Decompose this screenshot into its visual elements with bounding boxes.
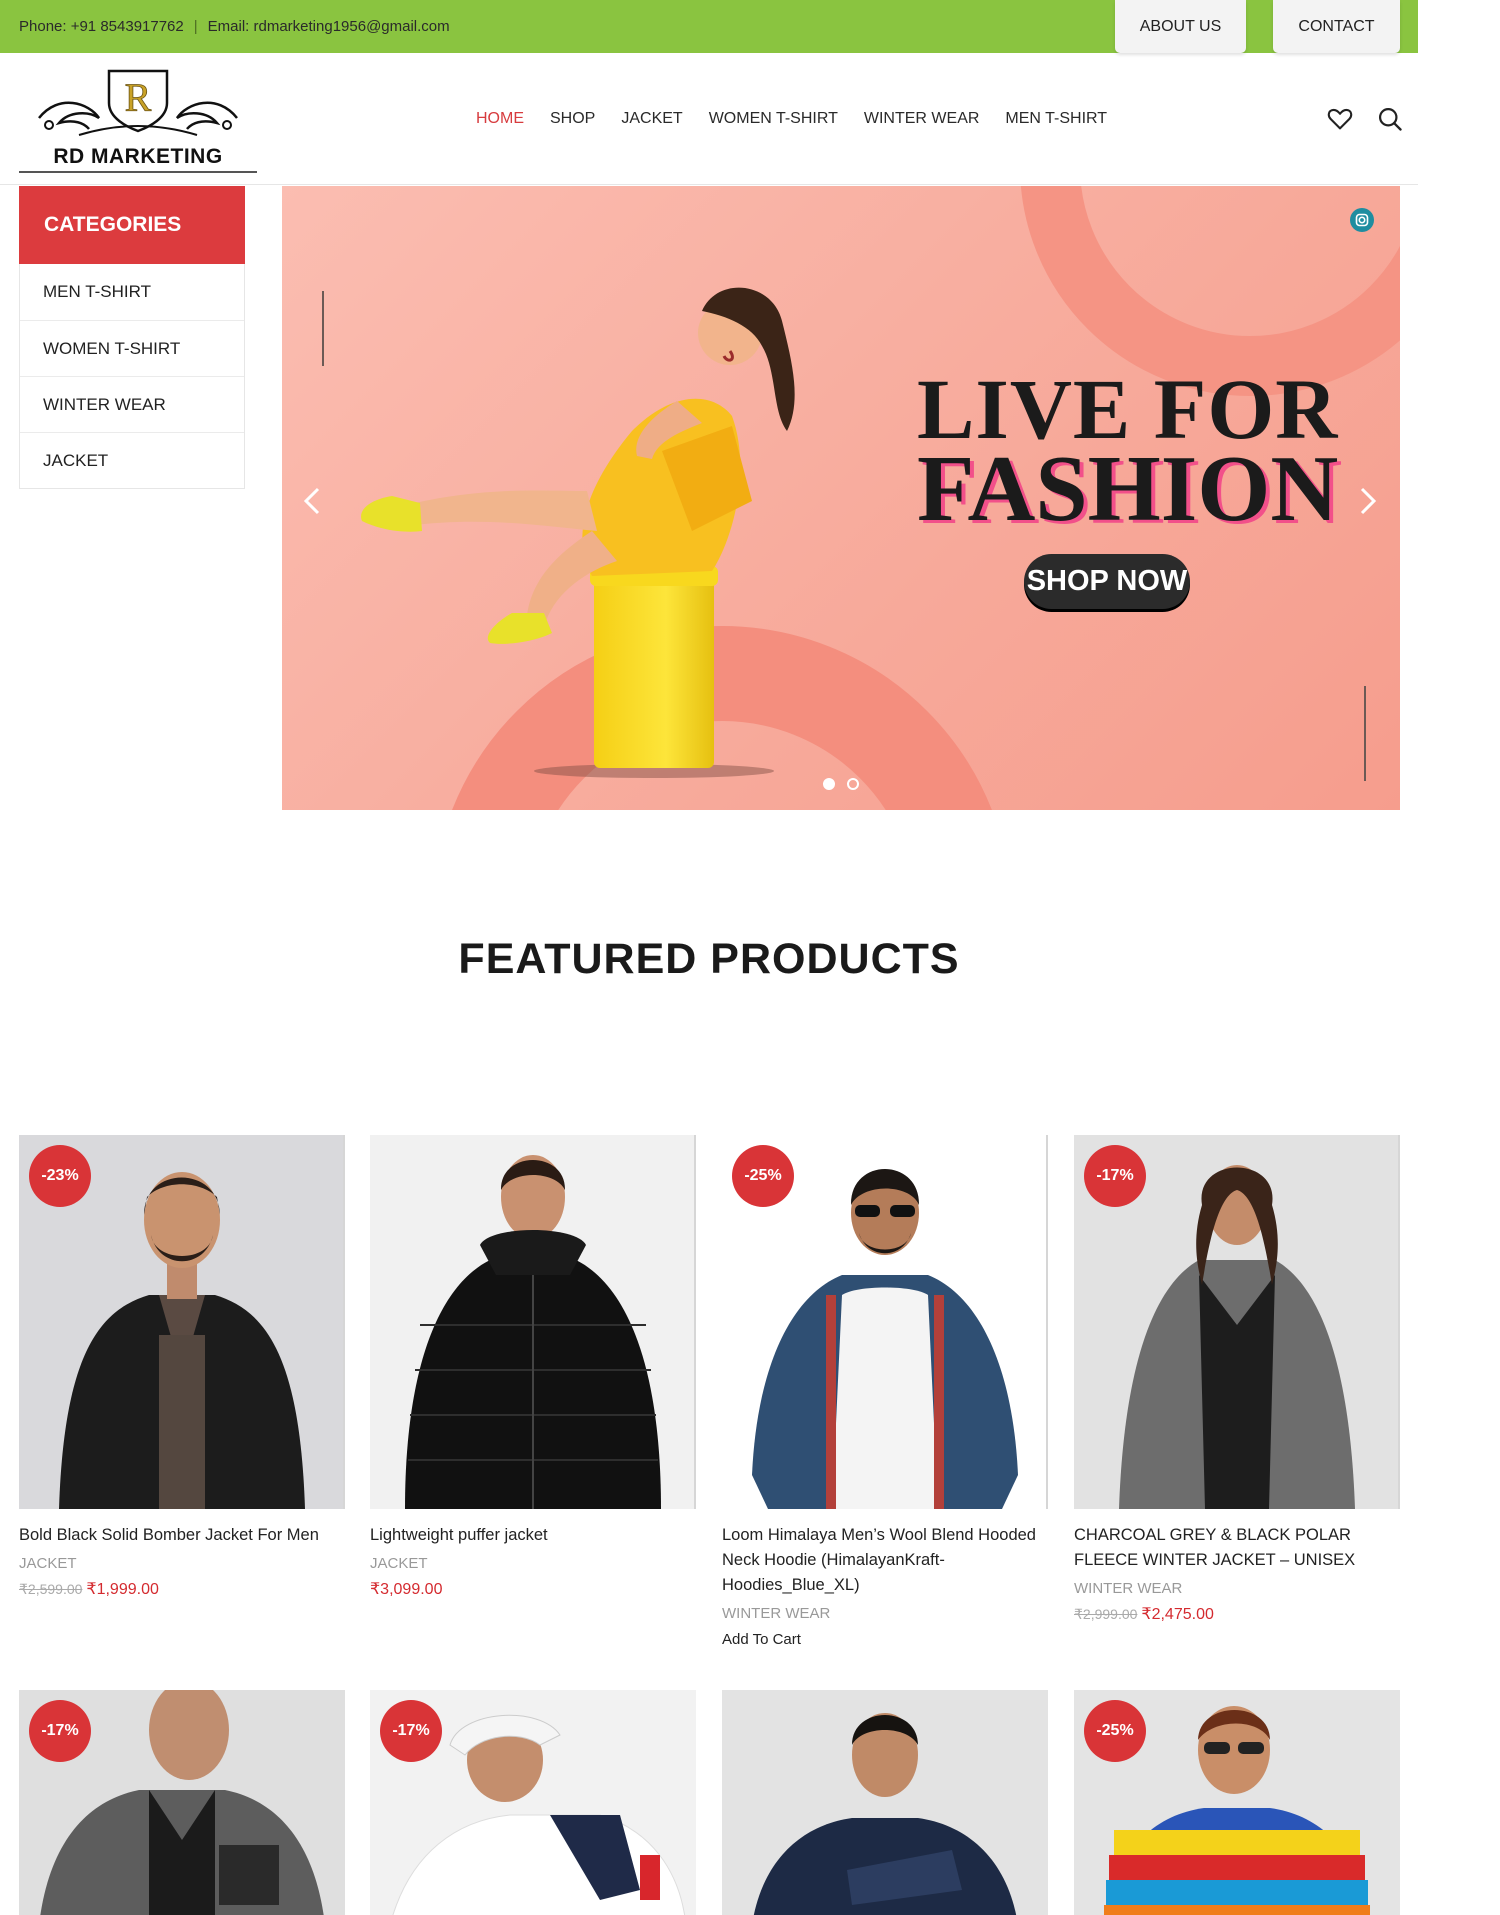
product-category[interactable]: JACKET (370, 1555, 696, 1572)
hero-line-2: FASHION (917, 437, 1339, 541)
featured-products-title: FEATURED PRODUCTS (458, 935, 960, 983)
add-to-cart-button[interactable]: Add To Cart (722, 1631, 1048, 1648)
categories-panel: CATEGORIES MEN T-SHIRT WOMEN T-SHIRT WIN… (19, 186, 245, 489)
product-category[interactable]: WINTER WEAR (1074, 1580, 1400, 1597)
product-name[interactable]: Loom Himalaya Men’s Wool Blend Hooded Ne… (722, 1523, 1048, 1598)
discount-badge: -23% (29, 1145, 91, 1207)
product-card[interactable]: -17% CHARCOAL GREY & BLACK POLAR FLEECE … (1074, 1135, 1400, 1624)
nav-winter-wear[interactable]: WINTER WEAR (864, 110, 980, 128)
phone-text: Phone: +91 8543917762 (19, 18, 184, 35)
product-card[interactable]: -25% (1074, 1690, 1400, 1915)
about-us-button[interactable]: ABOUT US (1115, 0, 1246, 53)
discount-badge: -25% (732, 1145, 794, 1207)
contact-info: Phone: +91 8543917762 | Email: rdmarketi… (19, 0, 450, 53)
discount-badge: -17% (380, 1700, 442, 1762)
contact-button[interactable]: CONTACT (1273, 0, 1400, 53)
sale-price: ₹2,475.00 (1141, 1606, 1214, 1623)
email-text[interactable]: Email: rdmarketing1956@gmail.com (208, 18, 450, 35)
product-image[interactable]: -25% (722, 1135, 1048, 1509)
product-name[interactable]: CHARCOAL GREY & BLACK POLAR FLEECE WINTE… (1074, 1523, 1400, 1573)
hero-slider[interactable]: LIVE FOR FASHION SHOP NOW (282, 186, 1400, 810)
category-item[interactable]: JACKET (20, 432, 244, 488)
categories-list: MEN T-SHIRT WOMEN T-SHIRT WINTER WEAR JA… (19, 264, 245, 489)
site-logo[interactable]: R RD MARKETING (19, 63, 257, 175)
main-nav: HOME SHOP JACKET WOMEN T-SHIRT WINTER WE… (476, 53, 1133, 185)
logo-underline (19, 171, 257, 173)
logo-text: RD MARKETING (53, 145, 223, 168)
product-category[interactable]: WINTER WEAR (722, 1605, 1048, 1622)
product-name[interactable]: Bold Black Solid Bomber Jacket For Men (19, 1523, 345, 1548)
hero-model-image (361, 287, 795, 778)
category-item[interactable]: WOMEN T-SHIRT (20, 320, 244, 376)
nav-women-tshirt[interactable]: WOMEN T-SHIRT (709, 110, 838, 128)
logo-crest-icon: R (38, 69, 238, 136)
search-icon[interactable] (1376, 105, 1404, 133)
decorative-line (322, 291, 324, 366)
product-card[interactable]: -17% (19, 1690, 345, 1915)
product-image[interactable]: -23% (19, 1135, 345, 1509)
product-category[interactable]: JACKET (19, 1555, 345, 1572)
product-price: ₹2,999.00 ₹2,475.00 (1074, 1604, 1400, 1624)
category-item[interactable]: WINTER WEAR (20, 376, 244, 432)
product-image[interactable] (370, 1135, 696, 1509)
sale-price: ₹3,099.00 (370, 1581, 443, 1598)
nav-men-tshirt[interactable]: MEN T-SHIRT (1005, 110, 1107, 128)
nav-shop[interactable]: SHOP (550, 110, 595, 128)
slider-dot-active[interactable] (823, 778, 835, 790)
product-card[interactable]: Lightweight puffer jacket JACKET ₹3,099.… (370, 1135, 696, 1599)
category-item[interactable]: MEN T-SHIRT (20, 264, 244, 320)
product-image[interactable]: -17% (1074, 1135, 1400, 1509)
product-card[interactable]: -23% Bold Black Solid Bomber Jacket For … (19, 1135, 345, 1599)
shop-now-button[interactable]: SHOP NOW (1024, 554, 1190, 609)
nav-home[interactable]: HOME (476, 110, 524, 128)
product-name[interactable]: Lightweight puffer jacket (370, 1523, 696, 1548)
product-photo (370, 1135, 694, 1509)
slider-dot[interactable] (847, 778, 859, 790)
categories-title: CATEGORIES (19, 186, 245, 264)
product-photo (722, 1690, 1048, 1915)
top-bar: Phone: +91 8543917762 | Email: rdmarketi… (0, 0, 1418, 53)
discount-badge: -17% (1084, 1145, 1146, 1207)
sale-price: ₹1,999.00 (86, 1581, 159, 1598)
hero-headline: LIVE FOR FASHION (917, 366, 1367, 541)
chevron-right-icon[interactable] (1354, 481, 1380, 521)
product-price: ₹3,099.00 (370, 1579, 696, 1599)
old-price: ₹2,999.00 (1074, 1606, 1138, 1622)
product-card[interactable]: -25% Loom Himalaya Men’s Wool Blend Hood… (722, 1135, 1048, 1648)
site-header: R RD MARKETING HOME SHOP JACKET WOMEN T-… (0, 53, 1418, 185)
product-price: ₹2,599.00 ₹1,999.00 (19, 1579, 345, 1599)
chevron-left-icon[interactable] (300, 481, 326, 521)
heart-icon[interactable] (1326, 105, 1354, 133)
old-price: ₹2,599.00 (19, 1581, 83, 1597)
separator: | (193, 18, 198, 35)
decorative-line (1364, 686, 1366, 781)
nav-jacket[interactable]: JACKET (621, 110, 682, 128)
product-card[interactable]: -17% (370, 1690, 696, 1915)
svg-text:R: R (125, 75, 152, 120)
discount-badge: -17% (29, 1700, 91, 1762)
discount-badge: -25% (1084, 1700, 1146, 1762)
instagram-icon[interactable] (1350, 208, 1374, 232)
product-card[interactable] (722, 1690, 1048, 1915)
